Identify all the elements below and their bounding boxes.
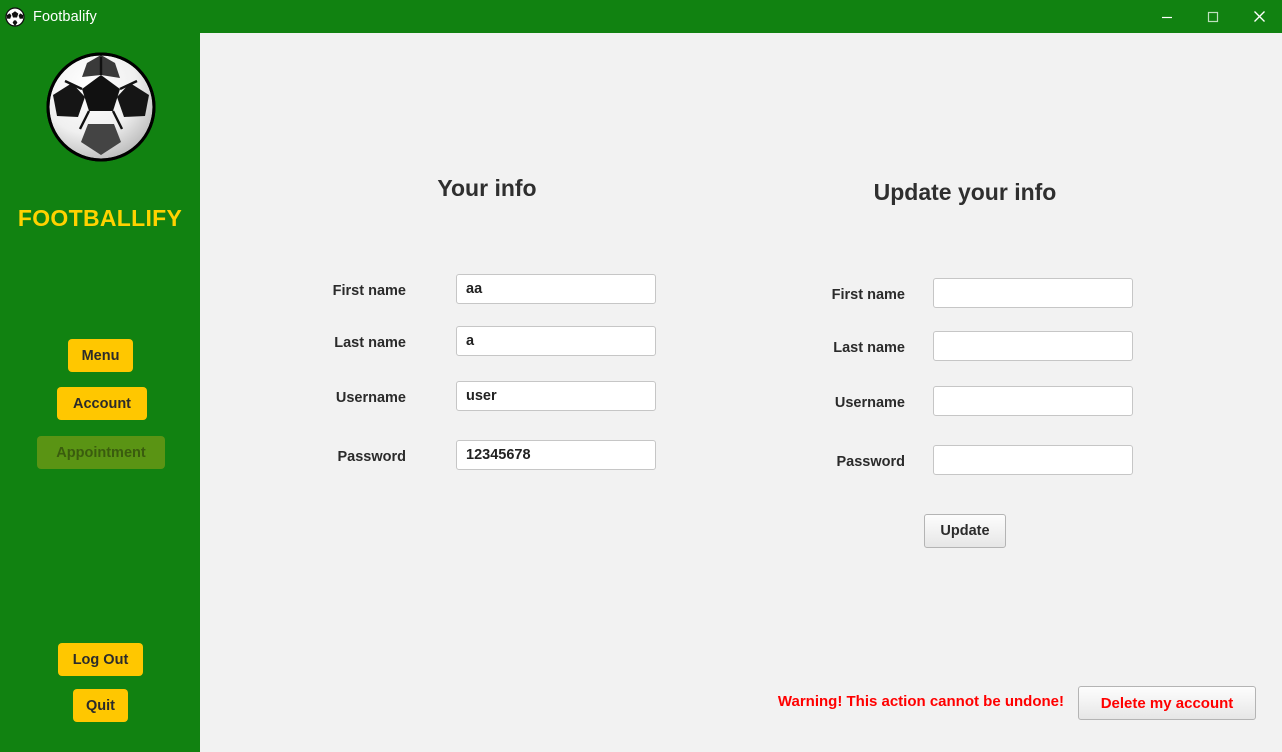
sidebar-item-menu[interactable]: Menu: [68, 339, 133, 372]
your-username-input[interactable]: [456, 381, 656, 411]
main-content: Your info First name Last name Username …: [200, 55, 1282, 752]
sidebar-item-appointment: Appointment: [37, 436, 165, 469]
update-first-name-label: First name: [831, 287, 905, 303]
maximize-icon[interactable]: [1190, 0, 1236, 33]
update-password-label: Password: [836, 454, 906, 470]
update-username-label: Username: [834, 395, 905, 411]
sidebar-item-account[interactable]: Account: [57, 387, 147, 420]
update-last-name-label: Last name: [833, 340, 905, 356]
your-last-name-label: Last name: [334, 335, 406, 351]
your-first-name-label: First name: [332, 283, 406, 299]
brand-title: FOOTBALLIFY: [17, 205, 183, 231]
soccer-ball-icon: [5, 6, 25, 27]
update-username-input[interactable]: [933, 386, 1133, 416]
minimize-icon[interactable]: [1144, 0, 1190, 33]
your-first-name-input[interactable]: [456, 274, 656, 304]
close-icon[interactable]: [1236, 0, 1282, 33]
your-info-heading: Your info: [437, 175, 537, 201]
your-password-label: Password: [337, 449, 407, 465]
update-password-input[interactable]: [933, 445, 1133, 475]
window-title: Footbalify: [33, 8, 97, 25]
soccer-ball-logo: [45, 51, 157, 163]
sidebar: FOOTBALLIFY Menu Account Appointment Log…: [0, 33, 200, 752]
update-button[interactable]: Update: [924, 514, 1006, 548]
title-bar: Footbalify: [0, 0, 1282, 33]
update-info-heading: Update your info: [873, 179, 1057, 205]
your-username-label: Username: [335, 390, 406, 406]
update-last-name-input[interactable]: [933, 331, 1133, 361]
window-controls: [1144, 0, 1282, 33]
delete-warning-text: Warning! This action cannot be undone!: [777, 693, 1064, 710]
quit-button[interactable]: Quit: [73, 689, 128, 722]
update-first-name-input[interactable]: [933, 278, 1133, 308]
your-last-name-input[interactable]: [456, 326, 656, 356]
delete-my-account-button[interactable]: Delete my account: [1078, 686, 1256, 720]
your-password-input[interactable]: [456, 440, 656, 470]
log-out-button[interactable]: Log Out: [58, 643, 143, 676]
